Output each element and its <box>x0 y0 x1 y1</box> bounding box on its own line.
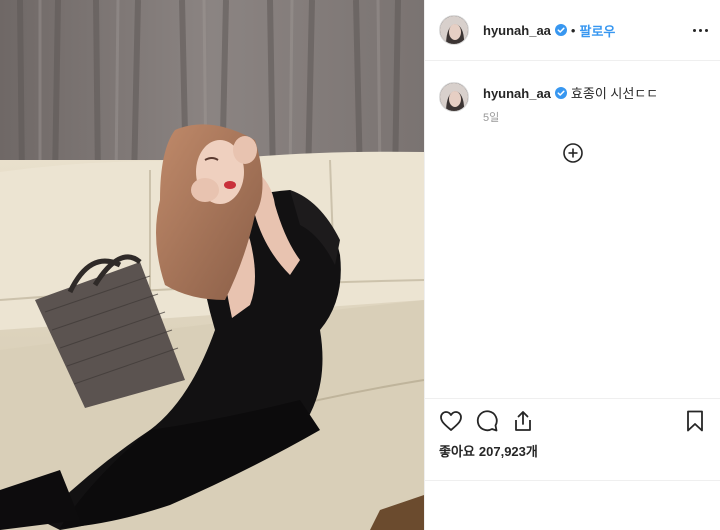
plus-circle-icon[interactable] <box>562 142 584 164</box>
avatar[interactable] <box>439 15 469 45</box>
post-header: hyunah_aa • 팔로우 <box>425 0 720 61</box>
header-separator: • <box>570 22 576 38</box>
post-actions: 좋아요 207,923개 <box>425 398 720 460</box>
caption-avatar[interactable] <box>439 82 469 112</box>
caption-body: hyunah_aa 효종이 시선ㄷㄷ 5일 <box>483 82 658 125</box>
caption-timestamp[interactable]: 5일 <box>483 109 658 125</box>
comment-icon[interactable] <box>475 409 499 433</box>
post-photo-image <box>0 0 424 530</box>
verified-badge-icon <box>554 24 567 36</box>
caption-line: hyunah_aa 효종이 시선ㄷㄷ <box>483 85 658 103</box>
post-side-panel: hyunah_aa • 팔로우 hyunah_aa 효종이 시선ㄷㄷ 5일 좋아… <box>424 0 720 530</box>
comment-input-area[interactable] <box>425 480 720 530</box>
caption-avatar-image <box>440 83 468 111</box>
likes-summary[interactable]: 좋아요 207,923개 <box>439 441 707 460</box>
follow-button[interactable]: 팔로우 <box>579 21 615 40</box>
post-photo[interactable] <box>0 0 424 530</box>
avatar-image <box>440 16 468 44</box>
heart-icon[interactable] <box>439 409 463 433</box>
more-options-icon[interactable] <box>689 20 711 40</box>
bookmark-icon[interactable] <box>683 409 707 433</box>
caption-comment: hyunah_aa 효종이 시선ㄷㄷ 5일 <box>439 82 709 125</box>
likes-count: 207,923개 <box>478 444 538 459</box>
likes-label: 좋아요 <box>439 444 475 459</box>
header-username[interactable]: hyunah_aa <box>483 23 551 38</box>
caption-text: 효종이 시선ㄷㄷ <box>570 86 659 101</box>
caption-verified-badge-icon <box>554 87 567 99</box>
caption-username[interactable]: hyunah_aa <box>483 86 551 101</box>
action-icon-row <box>439 409 707 433</box>
share-icon[interactable] <box>511 409 535 433</box>
